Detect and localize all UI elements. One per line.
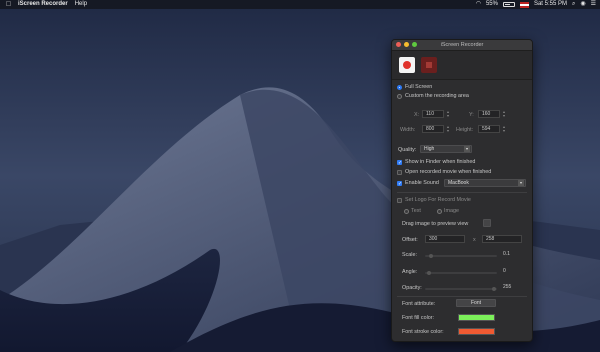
- x-field[interactable]: 110: [422, 110, 444, 118]
- angle-slider-knob[interactable]: [427, 271, 431, 275]
- record-icon: [403, 61, 411, 69]
- scale-label: Scale:: [402, 252, 417, 258]
- menu-bar:  iScreen Recorder Help ◠ 55% Sat 5:55 P…: [0, 0, 600, 9]
- logo-text-label: Text: [411, 208, 421, 214]
- sound-device-value: MacBook: [448, 180, 469, 186]
- custom-area-label: Custom the recording area: [405, 93, 469, 99]
- offset-y-field[interactable]: 258: [482, 235, 522, 243]
- apple-icon[interactable]: : [5, 0, 12, 9]
- logo-image-radio[interactable]: [437, 209, 442, 214]
- clock[interactable]: Sat 5:55 PM: [534, 0, 567, 9]
- divider: [397, 192, 527, 193]
- minimize-button[interactable]: [404, 42, 409, 47]
- height-stepper[interactable]: ▴ ▾: [502, 125, 506, 133]
- set-logo-checkbox[interactable]: [397, 198, 402, 203]
- font-stroke-color-label: Font stroke color:: [402, 329, 444, 335]
- opacity-value[interactable]: 255: [500, 284, 524, 292]
- offset-label: Offset:: [402, 237, 418, 243]
- wifi-icon[interactable]: ◠: [476, 0, 481, 9]
- show-in-finder-label: Show in Finder when finished: [405, 159, 476, 165]
- quality-label: Quality:: [398, 147, 417, 153]
- close-button[interactable]: [396, 42, 401, 47]
- sound-device-select[interactable]: MacBook ▾: [444, 179, 526, 187]
- y-label: Y:: [469, 112, 474, 118]
- y-field[interactable]: 160: [478, 110, 500, 118]
- battery-icon[interactable]: [502, 2, 515, 7]
- scale-slider[interactable]: [425, 254, 497, 258]
- battery-percent: 55%: [485, 1, 498, 7]
- chevron-down-icon: ▾: [464, 146, 470, 152]
- width-stepper[interactable]: ▴ ▾: [446, 125, 450, 133]
- stop-button[interactable]: [421, 57, 437, 73]
- open-movie-checkbox[interactable]: [397, 170, 402, 175]
- angle-label: Angle:: [402, 269, 418, 275]
- show-in-finder-checkbox[interactable]: ✓: [397, 160, 402, 166]
- notification-center-icon[interactable]: ☰: [591, 0, 596, 9]
- drag-image-label: Drag image to preview view: [402, 221, 469, 227]
- y-stepper[interactable]: ▴ ▾: [502, 110, 506, 118]
- scale-value[interactable]: 0.1: [500, 251, 524, 259]
- record-button[interactable]: [399, 57, 415, 73]
- offset-x-field[interactable]: 300: [425, 235, 465, 243]
- font-fill-color-well[interactable]: [458, 314, 495, 321]
- open-movie-label: Open recorded movie when finished: [405, 169, 492, 175]
- menu-app-name[interactable]: iScreen Recorder: [18, 0, 68, 9]
- input-source-flag-icon[interactable]: [519, 1, 529, 8]
- status-area: ◠ 55% Sat 5:55 PM ⌕ ◉ ☰: [476, 0, 596, 9]
- divider: [397, 296, 527, 297]
- quality-value: High: [424, 146, 435, 152]
- x-stepper[interactable]: ▴ ▾: [446, 110, 450, 118]
- menu-help[interactable]: Help: [75, 0, 87, 9]
- full-screen-label: Full Screen: [405, 84, 433, 90]
- logo-image-label: Image: [444, 208, 459, 214]
- stop-icon: [426, 62, 432, 68]
- opacity-label: Opacity:: [402, 285, 422, 291]
- search-icon[interactable]: ⌕: [572, 0, 575, 9]
- font-attribute-label: Font attribute:: [402, 301, 436, 307]
- font-fill-color-label: Font fill color:: [402, 315, 435, 321]
- drag-image-button[interactable]: [483, 219, 491, 227]
- toolbar: [392, 51, 532, 80]
- font-button[interactable]: Font: [456, 299, 496, 307]
- logo-text-radio[interactable]: [404, 209, 409, 214]
- iscreen-recorder-window: iScreen Recorder Full Screen Custom the …: [391, 39, 533, 342]
- set-logo-label: Set Logo For Record Movie: [405, 197, 471, 203]
- width-field[interactable]: 800: [422, 125, 444, 133]
- enable-sound-label: Enable Sound: [405, 180, 439, 186]
- angle-slider[interactable]: [425, 271, 497, 275]
- height-label: Height:: [456, 127, 474, 133]
- siri-icon[interactable]: ◉: [580, 0, 585, 9]
- custom-area-radio[interactable]: [397, 94, 402, 99]
- height-field[interactable]: 594: [478, 125, 500, 133]
- x-label: X:: [414, 112, 420, 118]
- width-label: Width:: [400, 127, 416, 133]
- full-screen-radio[interactable]: [397, 85, 402, 90]
- opacity-slider-knob[interactable]: [492, 287, 496, 291]
- title-bar: iScreen Recorder: [392, 40, 532, 51]
- enable-sound-checkbox[interactable]: ✓: [397, 181, 402, 187]
- font-stroke-color-well[interactable]: [458, 328, 495, 335]
- zoom-button[interactable]: [412, 42, 417, 47]
- scale-slider-knob[interactable]: [429, 254, 433, 258]
- offset-separator: x: [473, 237, 476, 243]
- angle-value[interactable]: 0: [500, 268, 524, 276]
- quality-select[interactable]: High ▾: [420, 145, 472, 153]
- opacity-slider[interactable]: [425, 287, 497, 291]
- chevron-down-icon: ▾: [518, 180, 524, 186]
